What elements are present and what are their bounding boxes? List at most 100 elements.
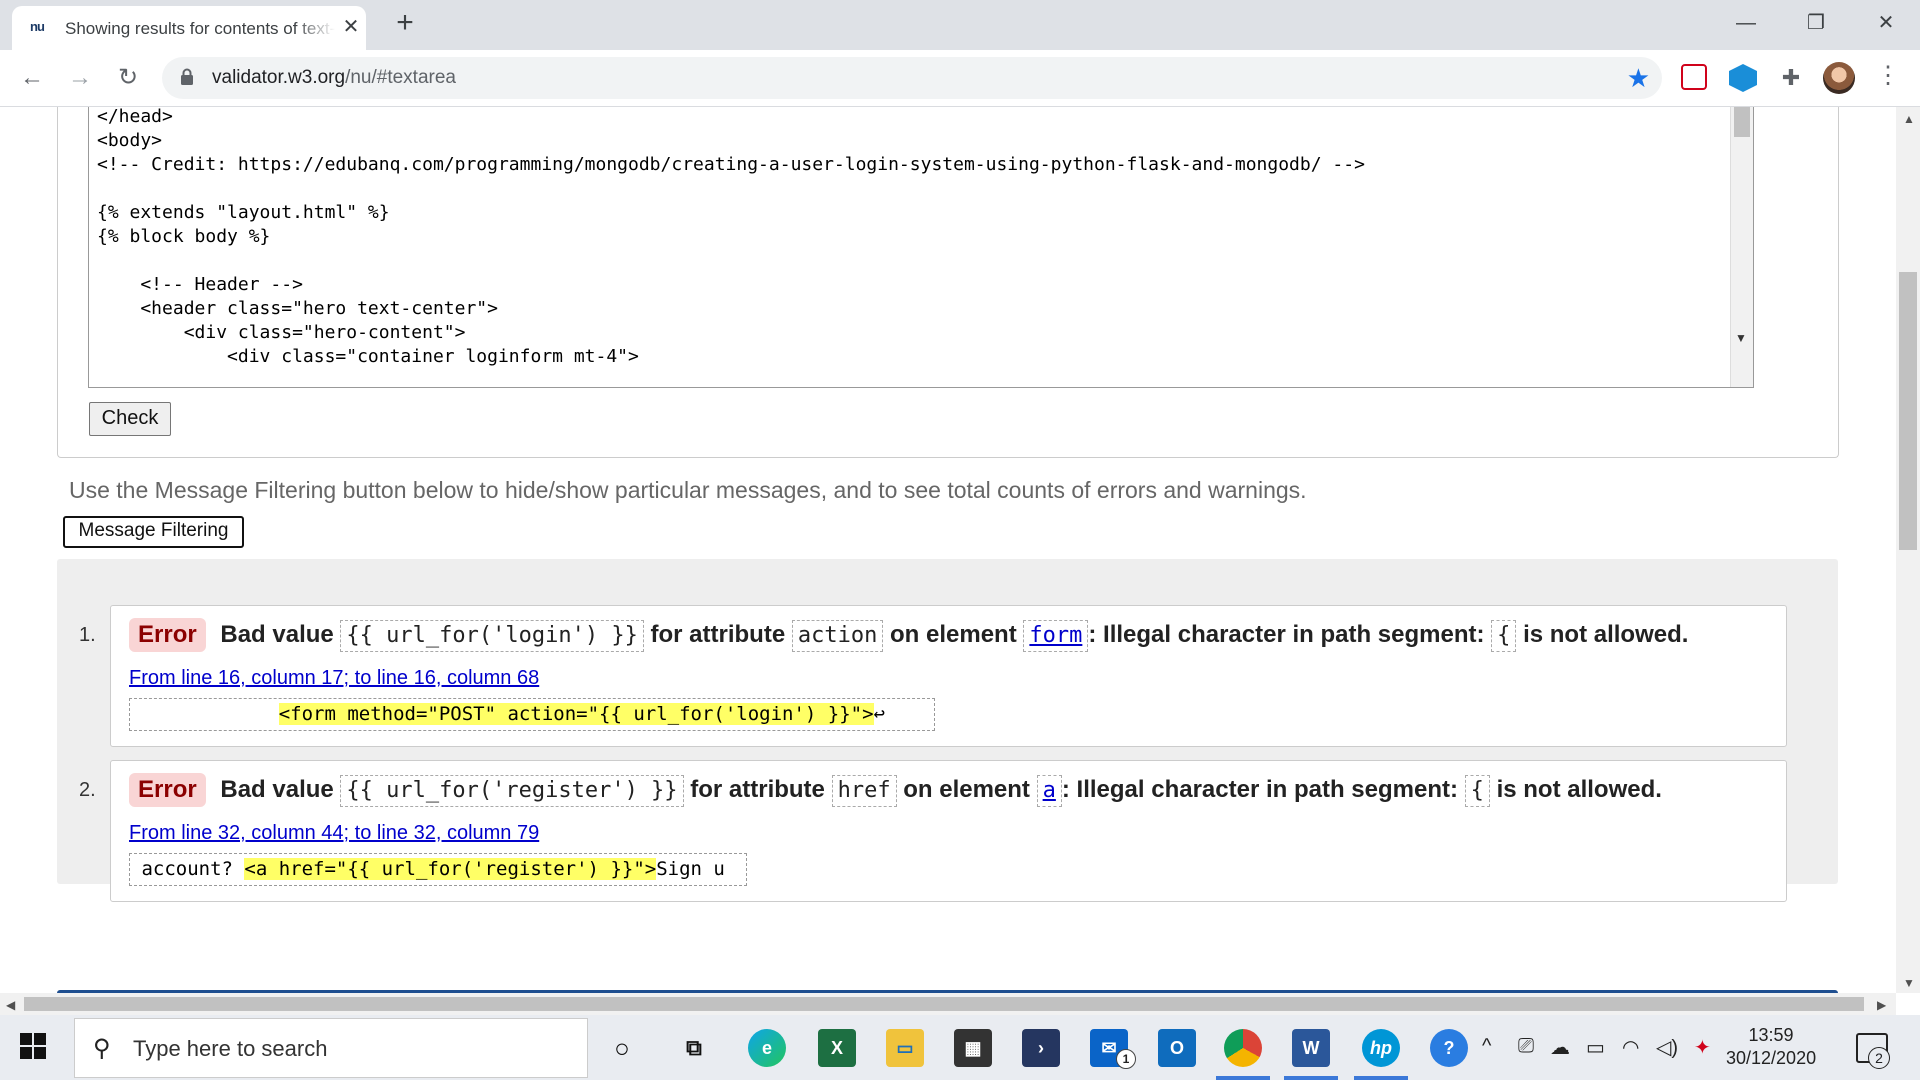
outlook-icon[interactable]: O xyxy=(1158,1029,1196,1067)
message-text: : Illegal character in path segment: xyxy=(1061,776,1458,803)
source-extract: account? <a href="{{ url_for('register')… xyxy=(129,853,747,886)
chrome-icon[interactable] xyxy=(1224,1029,1262,1067)
search-icon: ⚲ xyxy=(93,1035,111,1062)
textarea-scroll-thumb[interactable] xyxy=(1734,107,1750,137)
shield-extension-icon[interactable] xyxy=(1729,64,1757,92)
url-path: /nu/#textarea xyxy=(345,67,456,88)
cortana-icon[interactable]: ○ xyxy=(603,1029,641,1067)
bad-value-code: {{ url_for('register') }} xyxy=(340,774,684,807)
meet-now-icon[interactable]: ⎚ xyxy=(1518,1035,1534,1058)
forward-button[interactable]: → xyxy=(62,60,98,96)
url-text: validator.w3.org/nu/#textarea xyxy=(212,67,456,89)
textarea-scrollbar[interactable]: ▼ xyxy=(1730,107,1753,387)
onedrive-cloud-icon[interactable]: ☁ xyxy=(1550,1035,1570,1060)
close-tab-icon[interactable]: ✕ xyxy=(338,14,364,40)
chrome-menu-icon[interactable]: ⋮ xyxy=(1876,64,1900,88)
restore-button[interactable]: ❐ xyxy=(1786,6,1846,40)
message-text: Bad value xyxy=(220,621,334,648)
tab-title: Showing results for contents of text-inp… xyxy=(65,19,335,38)
location-link[interactable]: From line 32, column 44; to line 32, col… xyxy=(129,822,539,845)
message-text: on element xyxy=(903,776,1030,803)
lock-icon xyxy=(181,68,193,85)
code-line: <!-- Header --> xyxy=(97,274,303,295)
reload-button[interactable]: ↻ xyxy=(110,60,146,96)
message-text: for attribute xyxy=(650,621,786,648)
error-badge: Error xyxy=(129,773,206,807)
new-tab-button[interactable]: + xyxy=(390,8,420,38)
line-break-icon: ↩ xyxy=(873,703,885,725)
clock-time: 13:59 xyxy=(1748,1025,1794,1045)
page-vertical-scrollbar[interactable] xyxy=(1896,107,1920,993)
tab-active[interactable]: nu Showing results for contents of text-… xyxy=(12,6,366,50)
scroll-right-arrow-icon[interactable]: ▶ xyxy=(1877,998,1886,1012)
scroll-up-arrow-icon[interactable]: ▲ xyxy=(1903,112,1915,126)
minimize-button[interactable]: — xyxy=(1716,6,1776,40)
message-number: 1. xyxy=(79,624,96,646)
page-viewport: </head> <body> <!-- Credit: https://edub… xyxy=(0,107,1896,993)
edge-icon[interactable]: e xyxy=(748,1029,786,1067)
task-view-icon[interactable]: ⧉ xyxy=(675,1029,713,1067)
error-message-1: 1. Error Bad value {{ url_for('login') }… xyxy=(79,605,1787,747)
element-spec-link[interactable]: form xyxy=(1029,623,1082,648)
powershell-icon[interactable]: › xyxy=(1022,1029,1060,1067)
clock-date: 30/12/2020 xyxy=(1726,1048,1817,1068)
message-heading: Error Bad value {{ url_for('login') }} f… xyxy=(129,618,1688,654)
code-line: <div class="hero-content"> xyxy=(97,322,466,343)
tab-strip: nu Showing results for contents of text-… xyxy=(0,0,1920,50)
element-spec-link[interactable]: a xyxy=(1043,778,1056,803)
location-link[interactable]: From line 16, column 17; to line 16, col… xyxy=(129,667,539,690)
check-button[interactable]: Check xyxy=(89,402,171,436)
help-icon[interactable]: ? xyxy=(1430,1029,1468,1067)
pocket-extension-icon[interactable] xyxy=(1681,64,1707,90)
code-line: <body> xyxy=(97,130,163,151)
code-line: <div class="container loginform mt-4"> xyxy=(97,346,639,367)
back-button[interactable]: ← xyxy=(14,60,50,96)
close-window-button[interactable]: ✕ xyxy=(1856,6,1916,40)
store-icon[interactable]: ▦ xyxy=(954,1029,992,1067)
wifi-icon[interactable]: ◠ xyxy=(1622,1035,1639,1060)
notification-count: 2 xyxy=(1868,1047,1890,1069)
extract-context xyxy=(130,703,279,725)
message-text: : Illegal character in path segment: xyxy=(1088,621,1485,648)
message-text: is not allowed. xyxy=(1496,776,1662,803)
source-textarea[interactable]: </head> <body> <!-- Credit: https://edub… xyxy=(88,107,1754,388)
battery-icon[interactable]: ▭ xyxy=(1586,1035,1605,1060)
scroll-left-arrow-icon[interactable]: ◀ xyxy=(6,998,15,1012)
hp-icon[interactable]: hp xyxy=(1362,1029,1400,1067)
volume-icon[interactable]: ◁) xyxy=(1656,1035,1678,1060)
attribute-code: href xyxy=(831,774,897,807)
input-form-panel: </head> <body> <!-- Credit: https://edub… xyxy=(57,107,1839,458)
message-text: Bad value xyxy=(220,776,334,803)
mail-badge: 1 xyxy=(1116,1049,1136,1069)
excel-icon[interactable]: X xyxy=(818,1029,856,1067)
show-hidden-icons-chevron-icon[interactable]: ^ xyxy=(1482,1035,1491,1058)
browser-toolbar: ← → ↻ validator.w3.org/nu/#textarea ★ ✚ … xyxy=(0,50,1920,107)
element-code: a xyxy=(1036,774,1062,807)
code-line: {% extends "layout.html" %} xyxy=(97,202,390,223)
dropbox-icon[interactable]: ✦ xyxy=(1694,1035,1711,1060)
extensions-puzzle-icon[interactable]: ✚ xyxy=(1777,64,1805,92)
message-text: is not allowed. xyxy=(1523,621,1689,648)
taskbar-search-box[interactable]: ⚲ Type here to search xyxy=(74,1018,588,1078)
url-host: validator.w3.org xyxy=(212,67,346,88)
scroll-down-arrow-icon[interactable]: ▼ xyxy=(1735,331,1747,345)
page-scroll-thumb[interactable] xyxy=(1899,272,1917,550)
address-bar[interactable]: validator.w3.org/nu/#textarea ★ xyxy=(162,57,1662,99)
extract-highlight: <a href="{{ url_for('register') }}"> xyxy=(244,858,657,880)
windows-taskbar: ⚲ Type here to search ○ ⧉ e X ▭ ▦ › ✉ 1 … xyxy=(0,1015,1920,1080)
error-message-2: 2. Error Bad value {{ url_for('register'… xyxy=(79,760,1787,902)
profile-avatar[interactable] xyxy=(1823,62,1855,94)
file-explorer-icon[interactable]: ▭ xyxy=(886,1029,924,1067)
horizontal-scroll-thumb[interactable] xyxy=(24,997,1864,1011)
taskbar-clock[interactable]: 13:59 30/12/2020 xyxy=(1726,1024,1816,1070)
bookmark-star-icon[interactable]: ★ xyxy=(1627,63,1650,94)
code-line: {% block body %} xyxy=(97,226,271,247)
attribute-code: action xyxy=(791,619,884,652)
message-number: 2. xyxy=(79,779,96,801)
filter-hint-text: Use the Message Filtering button below t… xyxy=(69,477,1307,503)
windows-start-icon[interactable] xyxy=(20,1033,46,1059)
scroll-down-arrow-icon[interactable]: ▼ xyxy=(1903,976,1915,990)
message-filtering-button[interactable]: Message Filtering xyxy=(63,516,244,548)
extract-context: account? xyxy=(130,858,245,880)
word-icon[interactable]: W xyxy=(1292,1029,1330,1067)
